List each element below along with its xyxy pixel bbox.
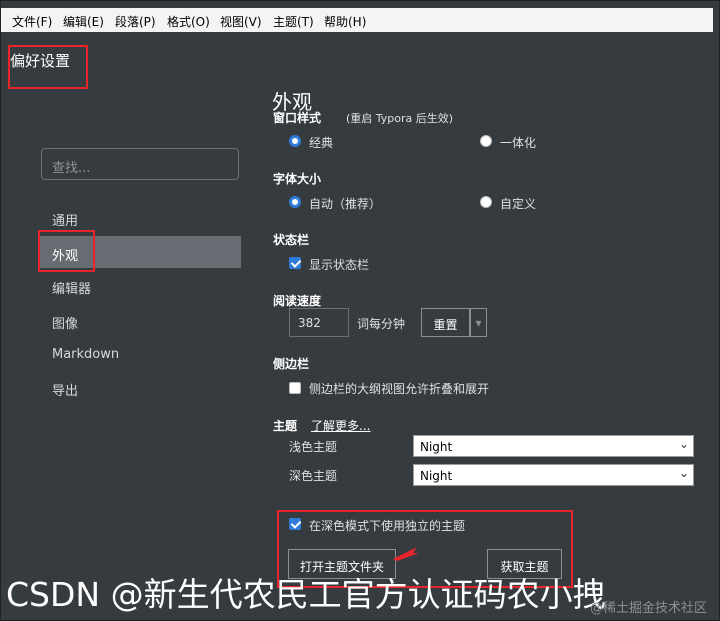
sidebar-item-markdown[interactable]: Markdown xyxy=(40,338,241,370)
dark-theme-select[interactable]: Night ⌄ xyxy=(413,464,694,486)
radio-unibody[interactable] xyxy=(480,135,492,147)
outline-collapse-checkbox[interactable] xyxy=(289,382,301,394)
watermark-subtext: @稀土掘金技术社区 xyxy=(590,601,708,616)
search-input[interactable]: 查找... xyxy=(41,148,239,180)
sidebar-item-general[interactable]: 通用 xyxy=(40,201,241,233)
window-style-label: 窗口样式 xyxy=(273,111,322,125)
radio-unibody-label: 一体化 xyxy=(500,136,537,150)
chevron-down-icon: ⌄ xyxy=(678,466,689,480)
menu-paragraph[interactable]: 段落(P) xyxy=(115,13,156,30)
light-theme-label: 浅色主题 xyxy=(289,440,338,454)
light-theme-select[interactable]: Night ⌄ xyxy=(413,435,694,457)
highlight-appearance xyxy=(38,230,95,272)
menu-theme[interactable]: 主题(T) xyxy=(273,13,314,30)
menu-view[interactable]: 视图(V) xyxy=(220,13,262,30)
highlight-title xyxy=(8,45,88,89)
sidebar-item-image[interactable]: 图像 xyxy=(40,304,241,336)
sidebar-section-label: 侧边栏 xyxy=(273,357,310,371)
pointer-arrow-icon xyxy=(393,547,419,561)
window-style-note: (重启 Typora 后生效) xyxy=(346,112,454,125)
menu-help[interactable]: 帮助(H) xyxy=(324,13,366,30)
status-bar-label: 状态栏 xyxy=(273,233,310,247)
chevron-down-icon: ⌄ xyxy=(678,437,689,451)
status-bar-checkbox[interactable] xyxy=(289,257,301,269)
reset-dropdown-icon[interactable]: ▾ xyxy=(470,308,487,337)
dark-theme-label: 深色主题 xyxy=(289,469,338,483)
font-size-label: 字体大小 xyxy=(273,172,322,186)
reading-speed-input[interactable]: 382 xyxy=(289,308,349,337)
sidebar-item-editor[interactable]: 编辑器 xyxy=(40,269,241,301)
sidebar-item-export[interactable]: 导出 xyxy=(40,371,241,403)
reading-speed-unit: 词每分钟 xyxy=(357,317,406,331)
radio-auto-label: 自动（推荐） xyxy=(309,197,382,211)
status-bar-checkbox-label: 显示状态栏 xyxy=(309,258,370,272)
learn-more-link[interactable]: 了解更多... xyxy=(311,417,370,434)
watermark-text: CSDN @新生代农民工官方认证码农小拽 xyxy=(6,575,606,614)
radio-custom-label: 自定义 xyxy=(500,197,537,211)
radio-classic[interactable] xyxy=(289,135,301,147)
radio-classic-label: 经典 xyxy=(309,136,334,150)
menu-bar: 文件(F) 编辑(E) 段落(P) 格式(O) 视图(V) 主题(T) 帮助(H… xyxy=(1,8,713,32)
menu-edit[interactable]: 编辑(E) xyxy=(63,13,104,30)
theme-label: 主题 xyxy=(273,419,298,433)
reset-button[interactable]: 重置 xyxy=(421,308,470,337)
radio-custom[interactable] xyxy=(480,196,492,208)
reading-speed-label: 阅读速度 xyxy=(273,294,322,308)
menu-format[interactable]: 格式(O) xyxy=(167,13,210,30)
outline-collapse-label: 侧边栏的大纲视图允许折叠和展开 xyxy=(309,382,490,396)
radio-auto[interactable] xyxy=(289,196,301,208)
menu-file[interactable]: 文件(F) xyxy=(12,13,52,30)
